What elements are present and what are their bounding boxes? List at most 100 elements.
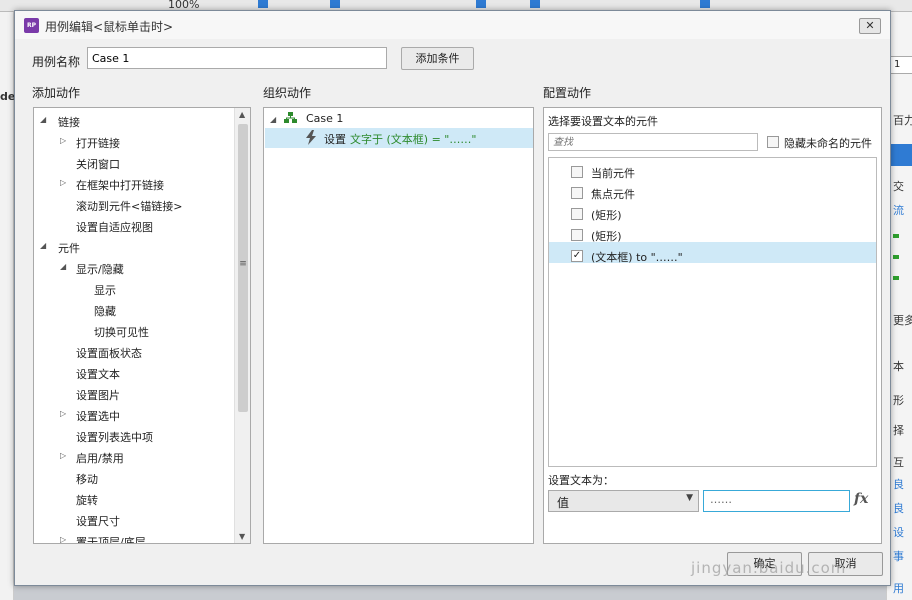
widget-label: (矩形)	[591, 230, 622, 243]
right-panel-link[interactable]: 事	[893, 548, 904, 564]
widget-list-item[interactable]: (矩形)	[549, 225, 869, 245]
tree-item-row[interactable]: ▷ 在框架中打开链接	[34, 175, 234, 195]
expand-triangle-icon[interactable]: ▷	[60, 136, 66, 145]
right-panel-tab[interactable]	[891, 144, 912, 166]
expand-triangle-icon[interactable]: ▷	[60, 178, 66, 187]
fx-button[interactable]: fx	[854, 491, 868, 507]
right-panel-link[interactable]: 设	[893, 524, 904, 540]
widget-list-item[interactable]: 焦点元件	[549, 183, 869, 203]
tree-item-row[interactable]: 显示	[34, 280, 234, 300]
hide-unnamed-checkbox[interactable]	[767, 136, 779, 148]
tree-item-label: 显示/隐藏	[76, 263, 124, 276]
tree-item-label: 元件	[58, 242, 80, 255]
tree-item-row[interactable]: ▷ 置于顶层/底层	[34, 532, 234, 543]
widget-list-item[interactable]: 当前元件	[549, 162, 869, 182]
toolbar-mark	[530, 0, 540, 8]
right-panel-text: 更多	[893, 314, 912, 327]
collapse-triangle-icon[interactable]: ◢	[40, 115, 46, 124]
expand-triangle-icon[interactable]: ◢	[270, 115, 276, 124]
collapse-triangle-icon[interactable]: ◢	[40, 241, 46, 250]
tree-item-row[interactable]: 设置列表选中项	[34, 427, 234, 447]
tree-item-label: 设置文本	[76, 368, 120, 381]
tree-item-label: 设置自适应视图	[76, 221, 153, 234]
right-panel-text: 形	[893, 394, 904, 407]
value-type-selected: 值	[557, 496, 570, 510]
tree-item-row[interactable]: 设置自适应视图	[34, 217, 234, 237]
tree-item-row[interactable]: 设置图片	[34, 385, 234, 405]
widget-checkbox[interactable]	[571, 187, 583, 199]
widget-checkbox[interactable]: ✓	[571, 250, 583, 262]
action-row-selected[interactable]: 设置 文字于 (文本框) = "……"	[265, 128, 533, 148]
lightning-icon	[306, 130, 316, 145]
tree-item-row[interactable]: 关闭窗口	[34, 154, 234, 174]
case-name-label: 用例名称	[32, 55, 81, 69]
collapse-triangle-icon[interactable]: ◢	[60, 262, 66, 271]
widget-checkbox[interactable]	[571, 229, 583, 241]
widget-label: 当前元件	[591, 167, 635, 180]
right-panel-link[interactable]: 良	[893, 500, 904, 516]
expand-triangle-icon[interactable]: ▷	[60, 451, 66, 460]
tree-item-row[interactable]: ▷ 启用/禁用	[34, 448, 234, 468]
add-actions-header: 添加动作	[32, 86, 81, 100]
tree-item-label: 旋转	[76, 494, 98, 507]
tree-item-row[interactable]: 切换可见性	[34, 322, 234, 342]
tree-item-label: 切换可见性	[94, 326, 149, 339]
tree-item-row[interactable]: 设置面板状态	[34, 343, 234, 363]
widget-checkbox[interactable]	[571, 208, 583, 220]
tree-item-row[interactable]: 移动	[34, 469, 234, 489]
scroll-up-icon[interactable]: ▲	[239, 110, 245, 119]
tree-item-row[interactable]: 隐藏	[34, 301, 234, 321]
add-condition-button[interactable]: 添加条件	[401, 47, 474, 70]
expand-triangle-icon[interactable]: ▷	[60, 409, 66, 418]
right-panel-link[interactable]: 用	[893, 580, 904, 596]
tree-item-row[interactable]: ◢ 显示/隐藏	[34, 259, 234, 279]
text-value-input[interactable]: ……	[703, 490, 850, 512]
widget-list-item[interactable]: (矩形)	[549, 204, 869, 224]
tree-item-row[interactable]: 设置尺寸	[34, 511, 234, 531]
value-type-dropdown[interactable]: 值 ▼	[548, 490, 699, 512]
expand-triangle-icon[interactable]: ▷	[60, 535, 66, 543]
tree-item-label: 设置列表选中项	[76, 431, 153, 444]
widget-list-item[interactable]: ✓ (文本框) to "……"	[549, 246, 869, 266]
tree-scrollbar[interactable]: ▲ ≡ ▼	[234, 108, 250, 543]
toolbar-mark	[330, 0, 340, 8]
tree-item-label: 启用/禁用	[76, 452, 124, 465]
widget-label: (文本框) to "……"	[591, 251, 683, 264]
tree-item-row[interactable]: ◢ 元件	[34, 238, 234, 258]
case-editor-dialog: RP 用例编辑<鼠标单击时> ✕ 用例名称 添加条件 添加动作 组织动作 配置动…	[14, 10, 891, 586]
tree-item-row[interactable]: ◢ 链接	[34, 112, 234, 132]
case-label[interactable]: Case 1	[306, 112, 343, 125]
dialog-titlebar[interactable]: RP 用例编辑<鼠标单击时> ✕	[15, 11, 890, 39]
hide-unnamed-label: 隐藏未命名的元件	[784, 137, 872, 150]
close-icon: ✕	[865, 19, 875, 32]
right-panel-marker	[893, 234, 899, 238]
tree-item-label: 链接	[58, 116, 80, 129]
tree-item-label: 设置选中	[76, 410, 120, 423]
right-panel-text: 本	[893, 360, 904, 373]
background-left-panel: dex	[0, 12, 22, 600]
dialog-title: 用例编辑<鼠标单击时>	[45, 20, 174, 34]
close-button[interactable]: ✕	[859, 18, 881, 34]
case-name-input[interactable]	[87, 47, 387, 69]
tree-item-row[interactable]: 旋转	[34, 490, 234, 510]
tree-item-label: 显示	[94, 284, 116, 297]
right-panel-link[interactable]: 良	[893, 476, 904, 492]
right-panel-field[interactable]: 1	[889, 56, 912, 74]
toolbar-mark	[700, 0, 710, 8]
right-panel-text: 交	[893, 180, 904, 193]
right-panel-text: 择	[893, 424, 904, 437]
organize-actions-panel: ◢ Case 1 设置 文字于 (文本框) = "……"	[263, 107, 534, 544]
scroll-down-icon[interactable]: ▼	[239, 532, 245, 541]
widget-search-input[interactable]	[548, 133, 758, 151]
widget-checkbox[interactable]	[571, 166, 583, 178]
tree-item-label: 在框架中打开链接	[76, 179, 164, 192]
tree-item-row[interactable]: 设置文本	[34, 364, 234, 384]
case-tree-icon	[284, 112, 297, 123]
right-panel-marker	[893, 276, 899, 280]
tree-item-row[interactable]: ▷ 设置选中	[34, 406, 234, 426]
tree-item-row[interactable]: 滚动到元件<锚链接>	[34, 196, 234, 216]
right-panel-link[interactable]: 流	[893, 202, 904, 218]
configure-actions-panel: 选择要设置文本的元件 隐藏未命名的元件 当前元件焦点元件 (矩形) (矩形) ✓ (文本…	[543, 107, 882, 544]
toolbar-mark	[258, 0, 268, 8]
tree-item-row[interactable]: ▷ 打开链接	[34, 133, 234, 153]
